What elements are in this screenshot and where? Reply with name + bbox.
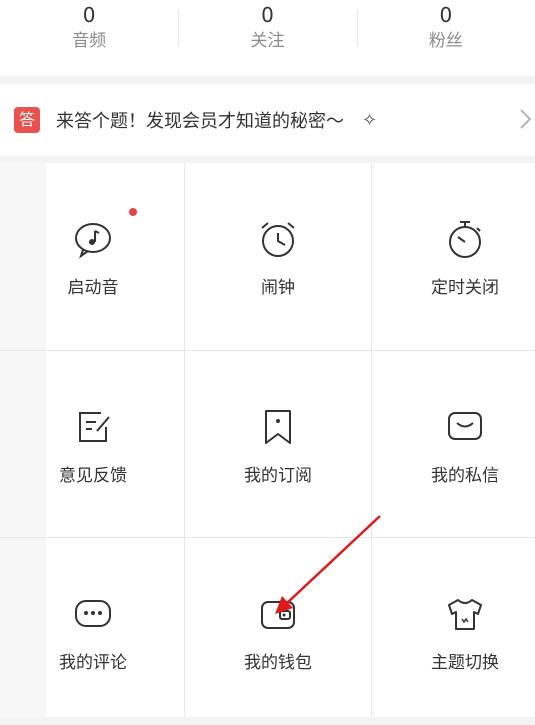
stat-fans-label: 粉丝	[428, 31, 463, 51]
grid-item-comments[interactable]: 我的评论	[0, 538, 186, 725]
sparkle-icon: ✧	[362, 109, 378, 131]
answer-badge: 答	[14, 107, 40, 133]
grid-item-label: 我的私信	[431, 466, 499, 486]
grid-item-label: 定时关闭	[431, 278, 499, 298]
grid-item-label: 意见反馈	[59, 466, 127, 486]
stat-following-label: 关注	[250, 31, 285, 51]
stat-following-value: 0	[261, 3, 274, 27]
chevron-right-icon	[520, 109, 532, 129]
feedback-edit-icon	[71, 405, 115, 449]
notification-dot	[129, 208, 137, 216]
wallet-icon	[256, 592, 300, 636]
grid-item-wallet[interactable]: 我的钱包	[185, 538, 371, 725]
stats-bar: 0 音频 0 关注 0 粉丝	[0, 0, 535, 76]
grid-item-feedback[interactable]: 意见反馈	[0, 351, 186, 538]
grid-item-label: 我的钱包	[244, 653, 312, 673]
stopwatch-icon	[443, 217, 487, 261]
comment-icon	[71, 592, 115, 636]
grid-item-label: 主题切换	[431, 653, 499, 673]
stat-audio[interactable]: 0 音频	[0, 0, 178, 76]
grid-item-subscriptions[interactable]: 我的订阅	[185, 351, 371, 538]
feature-grid: 启动音 闹钟 定时关闭 意见反馈 我的订阅 我的私信 我的评论 我的钱包 主题切…	[0, 163, 535, 717]
grid-item-label: 闹钟	[261, 278, 295, 298]
bookmark-icon	[256, 405, 300, 449]
grid-item-label: 启动音	[67, 278, 119, 298]
tshirt-icon	[443, 592, 487, 636]
stat-fans-value: 0	[439, 3, 453, 27]
music-bubble-icon	[71, 208, 137, 261]
stat-audio-value: 0	[82, 3, 96, 27]
banner-text: 来答个题！发现会员才知道的秘密～	[56, 111, 344, 132]
stat-audio-label: 音频	[72, 31, 107, 51]
grid-item-sleep-timer[interactable]: 定时关闭	[372, 163, 535, 350]
grid-item-messages[interactable]: 我的私信	[372, 351, 535, 538]
message-icon	[443, 405, 487, 449]
grid-item-alarm[interactable]: 闹钟	[185, 163, 371, 350]
grid-item-label: 我的订阅	[244, 466, 312, 486]
grid-item-startup-sound[interactable]: 启动音	[0, 163, 186, 350]
quiz-banner[interactable]: 答 来答个题！发现会员才知道的秘密～ ✧	[0, 84, 535, 156]
grid-item-theme[interactable]: 主题切换	[372, 538, 535, 725]
stat-following[interactable]: 0 关注	[178, 0, 356, 76]
stat-fans[interactable]: 0 粉丝	[356, 0, 535, 76]
alarm-clock-icon	[256, 217, 300, 261]
grid-item-label: 我的评论	[59, 653, 127, 673]
